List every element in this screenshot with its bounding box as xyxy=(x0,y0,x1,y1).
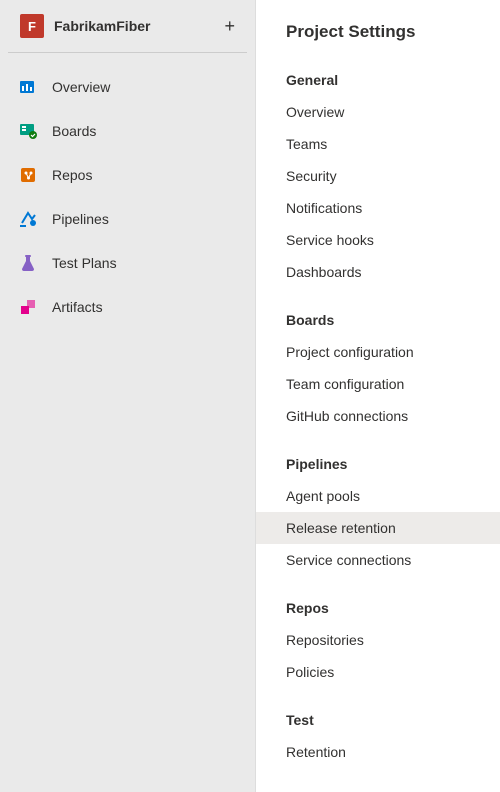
settings-item-overview[interactable]: Overview xyxy=(256,96,500,128)
settings-item-repositories[interactable]: Repositories xyxy=(256,624,500,656)
settings-title: Project Settings xyxy=(256,22,500,62)
settings-item-teamconfig[interactable]: Team configuration xyxy=(256,368,500,400)
settings-item-policies[interactable]: Policies xyxy=(256,656,500,688)
settings-item-retention[interactable]: Retention xyxy=(256,736,500,768)
settings-item-github[interactable]: GitHub connections xyxy=(256,400,500,432)
nav-label: Test Plans xyxy=(52,255,117,271)
section-header-general: General xyxy=(256,62,500,96)
sidebar: F FabrikamFiber + Overview Boards Repos xyxy=(0,0,256,792)
overview-icon xyxy=(18,77,38,97)
section-header-test: Test xyxy=(256,702,500,736)
nav-item-repos[interactable]: Repos xyxy=(0,153,255,197)
settings-item-notifications[interactable]: Notifications xyxy=(256,192,500,224)
project-badge: F xyxy=(20,14,44,38)
artifacts-icon xyxy=(18,297,38,317)
repos-icon xyxy=(18,165,38,185)
pipelines-icon xyxy=(18,209,38,229)
plus-icon[interactable]: + xyxy=(224,16,235,37)
nav-item-pipelines[interactable]: Pipelines xyxy=(0,197,255,241)
nav-item-artifacts[interactable]: Artifacts xyxy=(0,285,255,329)
sidebar-header: F FabrikamFiber + xyxy=(8,0,247,53)
settings-item-dashboards[interactable]: Dashboards xyxy=(256,256,500,288)
nav-item-boards[interactable]: Boards xyxy=(0,109,255,153)
section-header-repos: Repos xyxy=(256,590,500,624)
section-header-boards: Boards xyxy=(256,302,500,336)
settings-item-releaseretention[interactable]: Release retention xyxy=(256,512,500,544)
settings-item-projectconfig[interactable]: Project configuration xyxy=(256,336,500,368)
sidebar-nav: Overview Boards Repos Pipelines Test Pla… xyxy=(0,53,255,329)
nav-label: Repos xyxy=(52,167,92,183)
nav-label: Artifacts xyxy=(52,299,103,315)
settings-item-serviceconnections[interactable]: Service connections xyxy=(256,544,500,576)
settings-item-security[interactable]: Security xyxy=(256,160,500,192)
nav-item-testplans[interactable]: Test Plans xyxy=(0,241,255,285)
section-header-pipelines: Pipelines xyxy=(256,446,500,480)
nav-item-overview[interactable]: Overview xyxy=(0,65,255,109)
settings-item-agentpools[interactable]: Agent pools xyxy=(256,480,500,512)
settings-item-teams[interactable]: Teams xyxy=(256,128,500,160)
project-name[interactable]: FabrikamFiber xyxy=(54,18,224,34)
settings-item-servicehooks[interactable]: Service hooks xyxy=(256,224,500,256)
nav-label: Boards xyxy=(52,123,96,139)
testplans-icon xyxy=(18,253,38,273)
boards-icon xyxy=(18,121,38,141)
settings-panel: Project Settings General Overview Teams … xyxy=(256,0,500,792)
nav-label: Overview xyxy=(52,79,110,95)
nav-label: Pipelines xyxy=(52,211,109,227)
